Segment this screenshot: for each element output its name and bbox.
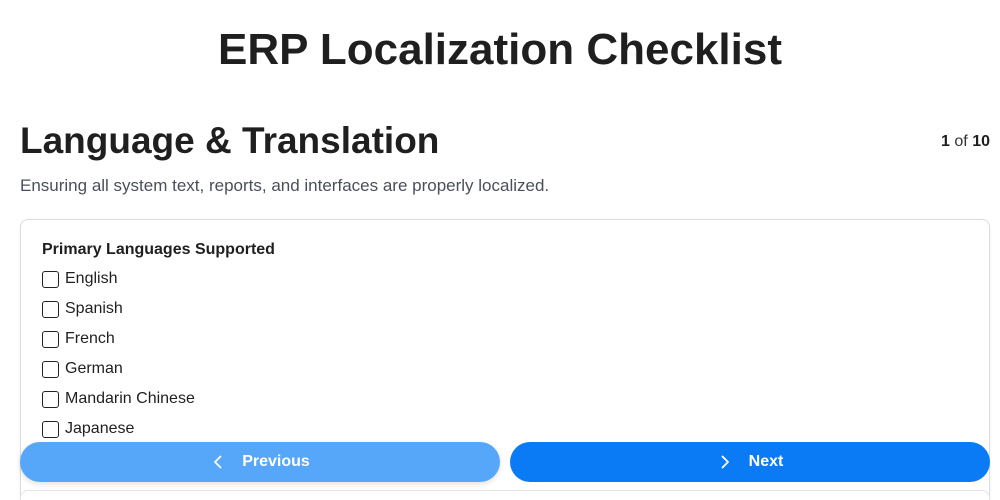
chevron-right-icon [717,454,733,470]
checkbox[interactable] [42,300,59,318]
next-button[interactable]: Next [510,442,990,482]
total-pages: 10 [972,133,990,150]
option-german[interactable]: German [42,358,123,380]
question-label: Primary Languages Supported [42,241,275,258]
checkbox[interactable] [42,420,59,438]
page-indicator: 1 of 10 [941,133,990,151]
next-label: Next [748,453,784,470]
section-description: Ensuring all system text, reports, and i… [20,176,550,195]
next-question-card [20,490,990,500]
option-label: German [65,360,123,377]
current-page: 1 [941,133,950,150]
previous-label: Previous [242,453,310,470]
option-label: Japanese [65,420,135,437]
pager-of-label: of [954,133,968,150]
option-french[interactable]: French [42,328,115,350]
option-label: Spanish [65,300,123,317]
option-english[interactable]: English [42,268,117,290]
chevron-left-icon [210,454,226,470]
checkbox[interactable] [42,390,59,408]
checkbox[interactable] [42,330,59,348]
section-title: Language & Translation [20,120,440,161]
option-label: English [65,270,118,287]
option-spanish[interactable]: Spanish [42,298,123,320]
checkbox[interactable] [42,360,59,378]
checkbox[interactable] [42,270,59,288]
previous-button[interactable]: Previous [20,442,500,482]
option-label: French [65,330,115,347]
option-label: Mandarin Chinese [65,390,195,407]
option-japanese[interactable]: Japanese [42,418,134,440]
option-mandarin-chinese[interactable]: Mandarin Chinese [42,388,195,410]
checklist-page: ERP Localization Checklist Language & Tr… [0,0,1000,500]
page-title: ERP Localization Checklist [217,25,782,74]
